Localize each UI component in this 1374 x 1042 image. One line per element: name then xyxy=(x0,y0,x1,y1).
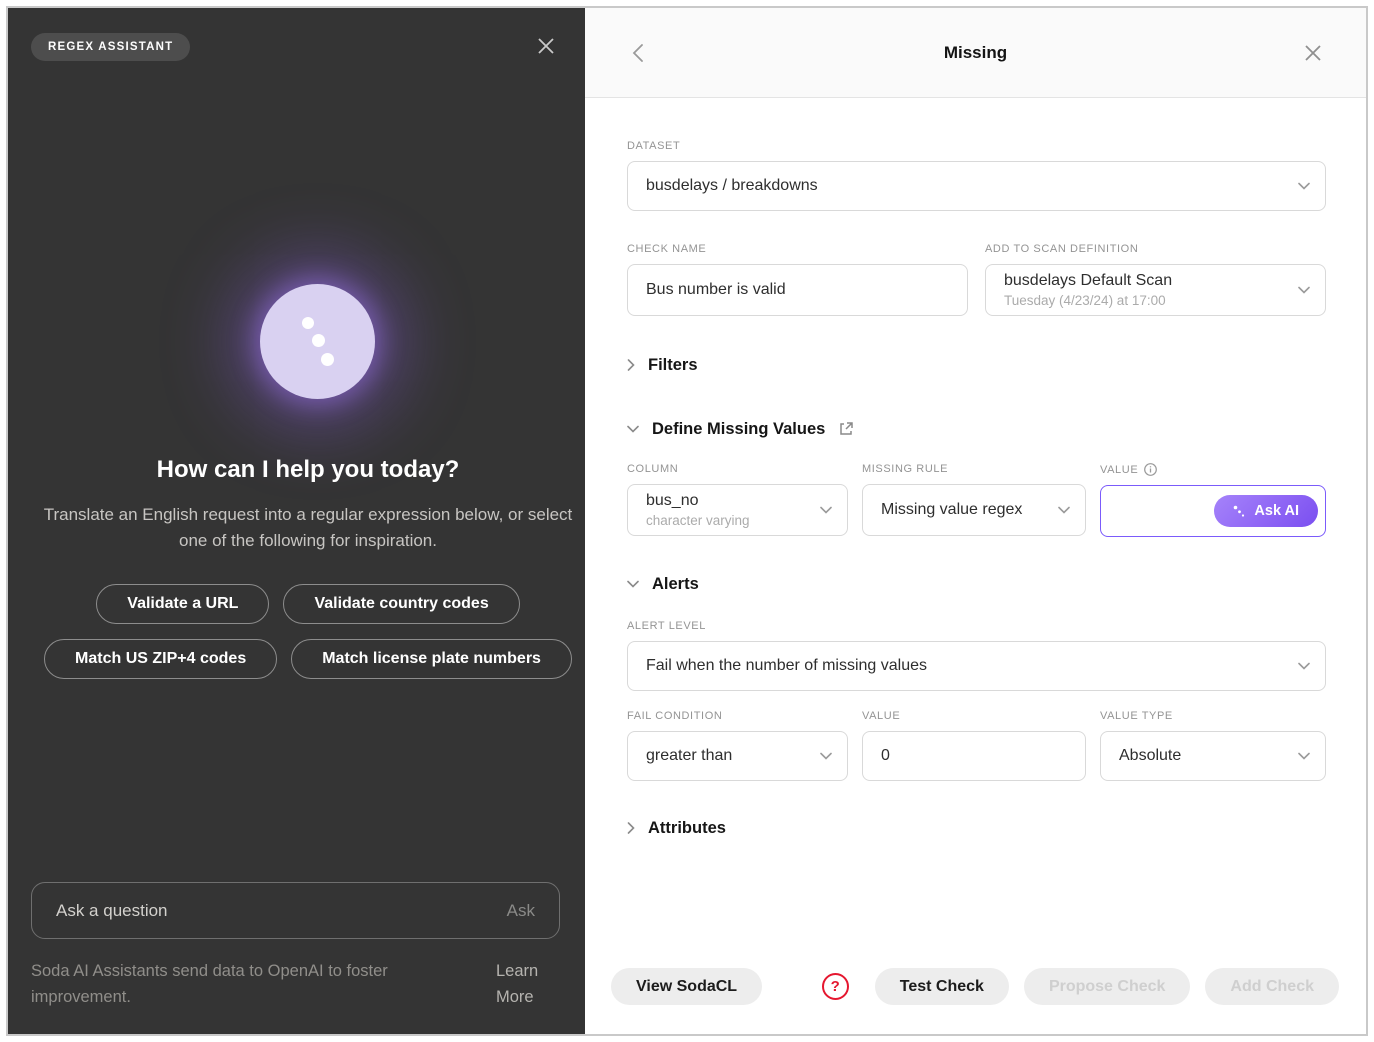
chevron-down-icon xyxy=(1058,506,1070,514)
propose-check-button[interactable]: Propose Check xyxy=(1024,968,1190,1005)
alert-value-label: VALUE xyxy=(862,710,1086,722)
attributes-title: Attributes xyxy=(648,819,726,838)
section-alerts[interactable]: Alerts xyxy=(627,574,1326,594)
alert-level-select[interactable]: Fail when the number of missing values xyxy=(627,641,1326,691)
close-icon[interactable] xyxy=(1302,42,1324,64)
suggestion-validate-url[interactable]: Validate a URL xyxy=(96,584,269,624)
scan-definition-schedule: Tuesday (4/23/24) at 17:00 xyxy=(1004,293,1285,308)
define-missing-values-title: Define Missing Values xyxy=(652,420,825,439)
assistant-subheading: Translate an English request into a regu… xyxy=(42,502,574,554)
suggestion-match-license-plates[interactable]: Match license plate numbers xyxy=(291,639,572,679)
missing-value-regex-input[interactable]: Ask AI xyxy=(1100,485,1326,537)
section-filters[interactable]: Filters xyxy=(627,355,1326,375)
regex-assistant-panel: REGEX ASSISTANT How can I help you today… xyxy=(8,8,585,1034)
filters-title: Filters xyxy=(648,356,698,375)
openai-disclaimer: Soda AI Assistants send data to OpenAI t… xyxy=(31,958,431,1010)
missing-rule-value: Missing value regex xyxy=(881,501,1045,519)
external-link-icon[interactable] xyxy=(838,421,854,437)
chevron-down-icon xyxy=(1298,752,1310,760)
chevron-right-icon xyxy=(627,822,635,834)
alert-level-label: ALERT LEVEL xyxy=(627,620,1326,632)
ask-question-input[interactable] xyxy=(56,901,507,921)
back-icon[interactable] xyxy=(627,41,651,65)
orb-dot xyxy=(321,353,334,366)
scan-definition-value: busdelays Default Scan xyxy=(1004,272,1285,290)
missing-check-panel: Missing DATASET busdelays / breakdowns C… xyxy=(585,8,1366,1034)
value-type-label: VALUE TYPE xyxy=(1100,710,1326,722)
add-check-button[interactable]: Add Check xyxy=(1205,968,1339,1005)
ask-ai-button[interactable]: Ask AI xyxy=(1214,495,1318,527)
suggestion-buttons: Validate a URL Validate country codes Ma… xyxy=(42,584,574,679)
section-attributes[interactable]: Attributes xyxy=(627,818,1326,838)
learn-more-link[interactable]: Learn More xyxy=(496,958,560,1010)
orb-dot xyxy=(302,317,314,329)
fail-condition-value: greater than xyxy=(646,747,807,765)
ask-button[interactable]: Ask xyxy=(507,901,535,921)
ai-orb xyxy=(260,284,375,399)
chevron-down-icon xyxy=(627,425,639,433)
section-define-missing-values[interactable]: Define Missing Values xyxy=(627,419,1326,439)
column-type: character varying xyxy=(646,513,807,528)
alert-level-value: Fail when the number of missing values xyxy=(646,657,1285,675)
value-type-select[interactable]: Absolute xyxy=(1100,731,1326,781)
chevron-down-icon xyxy=(1298,182,1310,190)
fail-condition-label: FAIL CONDITION xyxy=(627,710,848,722)
dataset-value: busdelays / breakdowns xyxy=(646,177,1285,195)
alert-value-input[interactable] xyxy=(862,731,1086,781)
chevron-down-icon xyxy=(627,580,639,588)
page-title: Missing xyxy=(944,43,1007,63)
ask-question-box[interactable]: Ask xyxy=(31,882,560,939)
help-icon[interactable]: ? xyxy=(822,973,849,1000)
assistant-heading: How can I help you today? xyxy=(42,456,574,484)
dataset-select[interactable]: busdelays / breakdowns xyxy=(627,161,1326,211)
chevron-down-icon xyxy=(1298,662,1310,670)
orb-dot xyxy=(312,334,325,347)
regex-assistant-badge: REGEX ASSISTANT xyxy=(31,33,190,61)
column-select[interactable]: bus_no character varying xyxy=(627,484,848,536)
fail-condition-select[interactable]: greater than xyxy=(627,731,848,781)
panel-header: Missing xyxy=(585,8,1366,98)
chevron-down-icon xyxy=(820,506,832,514)
column-label: COLUMN xyxy=(627,463,848,475)
suggestion-validate-country-codes[interactable]: Validate country codes xyxy=(283,584,519,624)
info-icon[interactable] xyxy=(1144,463,1157,476)
chevron-down-icon xyxy=(1298,286,1310,294)
suggestion-match-zip-codes[interactable]: Match US ZIP+4 codes xyxy=(44,639,277,679)
sparkle-icon xyxy=(1233,505,1246,518)
dataset-label: DATASET xyxy=(627,140,1326,152)
ask-ai-label: Ask AI xyxy=(1254,503,1299,519)
scan-definition-label: ADD TO SCAN DEFINITION xyxy=(985,243,1326,255)
chevron-down-icon xyxy=(820,752,832,760)
app-window: REGEX ASSISTANT How can I help you today… xyxy=(6,6,1368,1036)
value-label: VALUE xyxy=(1100,463,1326,476)
missing-rule-select[interactable]: Missing value regex xyxy=(862,484,1086,536)
view-sodacl-button[interactable]: View SodaCL xyxy=(611,968,762,1005)
check-name-input[interactable] xyxy=(627,264,968,316)
scan-definition-select[interactable]: busdelays Default Scan Tuesday (4/23/24)… xyxy=(985,264,1326,316)
alerts-title: Alerts xyxy=(652,575,699,594)
missing-rule-label: MISSING RULE xyxy=(862,463,1086,475)
test-check-button[interactable]: Test Check xyxy=(875,968,1009,1005)
close-icon[interactable] xyxy=(534,34,558,58)
check-name-label: CHECK NAME xyxy=(627,243,968,255)
chevron-right-icon xyxy=(627,359,635,371)
action-bar: View SodaCL ? Test Check Propose Check A… xyxy=(611,968,1339,1005)
value-label-text: VALUE xyxy=(1100,464,1138,476)
value-type-value: Absolute xyxy=(1119,747,1285,765)
column-value: bus_no xyxy=(646,492,807,510)
